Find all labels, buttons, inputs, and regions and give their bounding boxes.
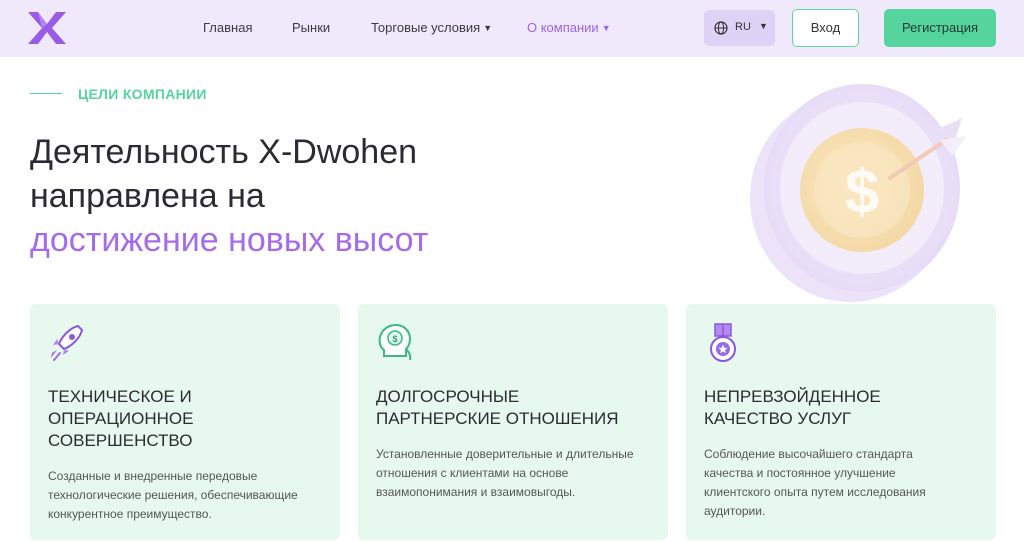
login-button[interactable]: Вход — [792, 9, 859, 47]
card-title-line: ТЕХНИЧЕСКОЕ И — [48, 387, 192, 406]
card-title-line: ОПЕРАЦИОННОЕ — [48, 409, 194, 428]
card-description-line: Установленные доверительные и длительные — [376, 447, 634, 461]
feature-card-partnership: $ ДОЛГОСРОЧНЫЕ ПАРТНЕРСКИЕ ОТНОШЕНИЯ Уст… — [358, 304, 668, 540]
svg-text:$: $ — [392, 334, 397, 344]
title-line-2: направлена на — [30, 177, 265, 215]
card-description-line: Созданные и внедренные передовые — [48, 469, 258, 483]
title-line-1: Деятельность X-Dwohen — [30, 133, 418, 171]
svg-text:$: $ — [845, 158, 879, 227]
nav-markets-label: Рынки — [292, 20, 331, 35]
medal-icon — [710, 323, 736, 362]
title-accent: достижение новых высот — [30, 221, 429, 259]
feature-card-tech: ТЕХНИЧЕСКОЕ И ОПЕРАЦИОННОЕ СОВЕРШЕНСТВО … — [30, 304, 340, 540]
card-title: ДОЛГОСРОЧНЫЕ ПАРТНЕРСКИЕ ОТНОШЕНИЯ — [376, 386, 619, 430]
globe-icon — [714, 21, 728, 35]
card-description-line: взаимопонимания и взаимовыгоды. — [376, 485, 576, 499]
card-description-line: конкурентное преимущество. — [48, 507, 212, 521]
nav-trading-conditions-label: Торговые условия — [371, 20, 481, 35]
card-title-line: ДОЛГОСРОЧНЫЕ — [376, 387, 520, 406]
nav-about[interactable]: О компании ▼ — [527, 20, 611, 35]
page-title: Деятельность X-Dwohen направлена на дост… — [30, 130, 428, 262]
language-code: RU — [735, 21, 751, 33]
card-title-line: КАЧЕСТВО УСЛУГ — [704, 409, 852, 428]
card-description: Созданные и внедренные передовые техноло… — [48, 467, 328, 524]
chevron-down-icon: ▼ — [601, 23, 611, 33]
card-title-line: СОВЕРШЕНСТВО — [48, 431, 193, 450]
language-selector[interactable]: RU ▼ — [704, 10, 775, 46]
card-description: Установленные доверительные и длительные… — [376, 445, 656, 502]
card-description: Соблюдение высочайшего стандарта качеств… — [704, 445, 984, 521]
nav-markets[interactable]: Рынки — [292, 20, 330, 35]
chevron-down-icon: ▼ — [759, 21, 768, 31]
logo-icon[interactable] — [28, 12, 66, 44]
rocket-icon — [51, 324, 84, 361]
register-button[interactable]: Регистрация — [884, 9, 996, 47]
nav-home[interactable]: Главная — [203, 20, 252, 35]
card-description-line: отношения с клиентами на основе — [376, 466, 569, 480]
card-description-line: качества и постоянное улучшение — [704, 466, 896, 480]
target-coin-illustration: $ — [750, 84, 966, 302]
nav-about-label: О компании — [527, 20, 599, 35]
nav-home-label: Главная — [203, 20, 253, 35]
card-description-line: технологические решения, обеспечивающие — [48, 488, 298, 502]
card-description-line: Соблюдение высочайшего стандарта — [704, 447, 913, 461]
card-title: НЕПРЕВЗОЙДЕННОЕ КАЧЕСТВО УСЛУГ — [704, 386, 881, 430]
card-title-line: ПАРТНЕРСКИЕ ОТНОШЕНИЯ — [376, 409, 619, 428]
card-description-line: аудитории. — [704, 504, 766, 518]
chevron-down-icon: ▼ — [483, 23, 493, 33]
nav-trading-conditions[interactable]: Торговые условия ▼ — [371, 20, 492, 35]
site-header: Главная Рынки Торговые условия ▼ О компан… — [0, 0, 1024, 57]
card-title: ТЕХНИЧЕСКОЕ И ОПЕРАЦИОННОЕ СОВЕРШЕНСТВО — [48, 386, 193, 452]
card-title-line: НЕПРЕВЗОЙДЕННОЕ — [704, 387, 881, 406]
head-dollar-icon: $ — [378, 323, 412, 361]
eyebrow-divider — [30, 93, 62, 94]
card-description-line: клиентского опыта путем исследования — [704, 485, 926, 499]
feature-card-quality: НЕПРЕВЗОЙДЕННОЕ КАЧЕСТВО УСЛУГ Соблюдени… — [686, 304, 996, 540]
section-eyebrow: ЦЕЛИ КОМПАНИИ — [78, 86, 207, 102]
